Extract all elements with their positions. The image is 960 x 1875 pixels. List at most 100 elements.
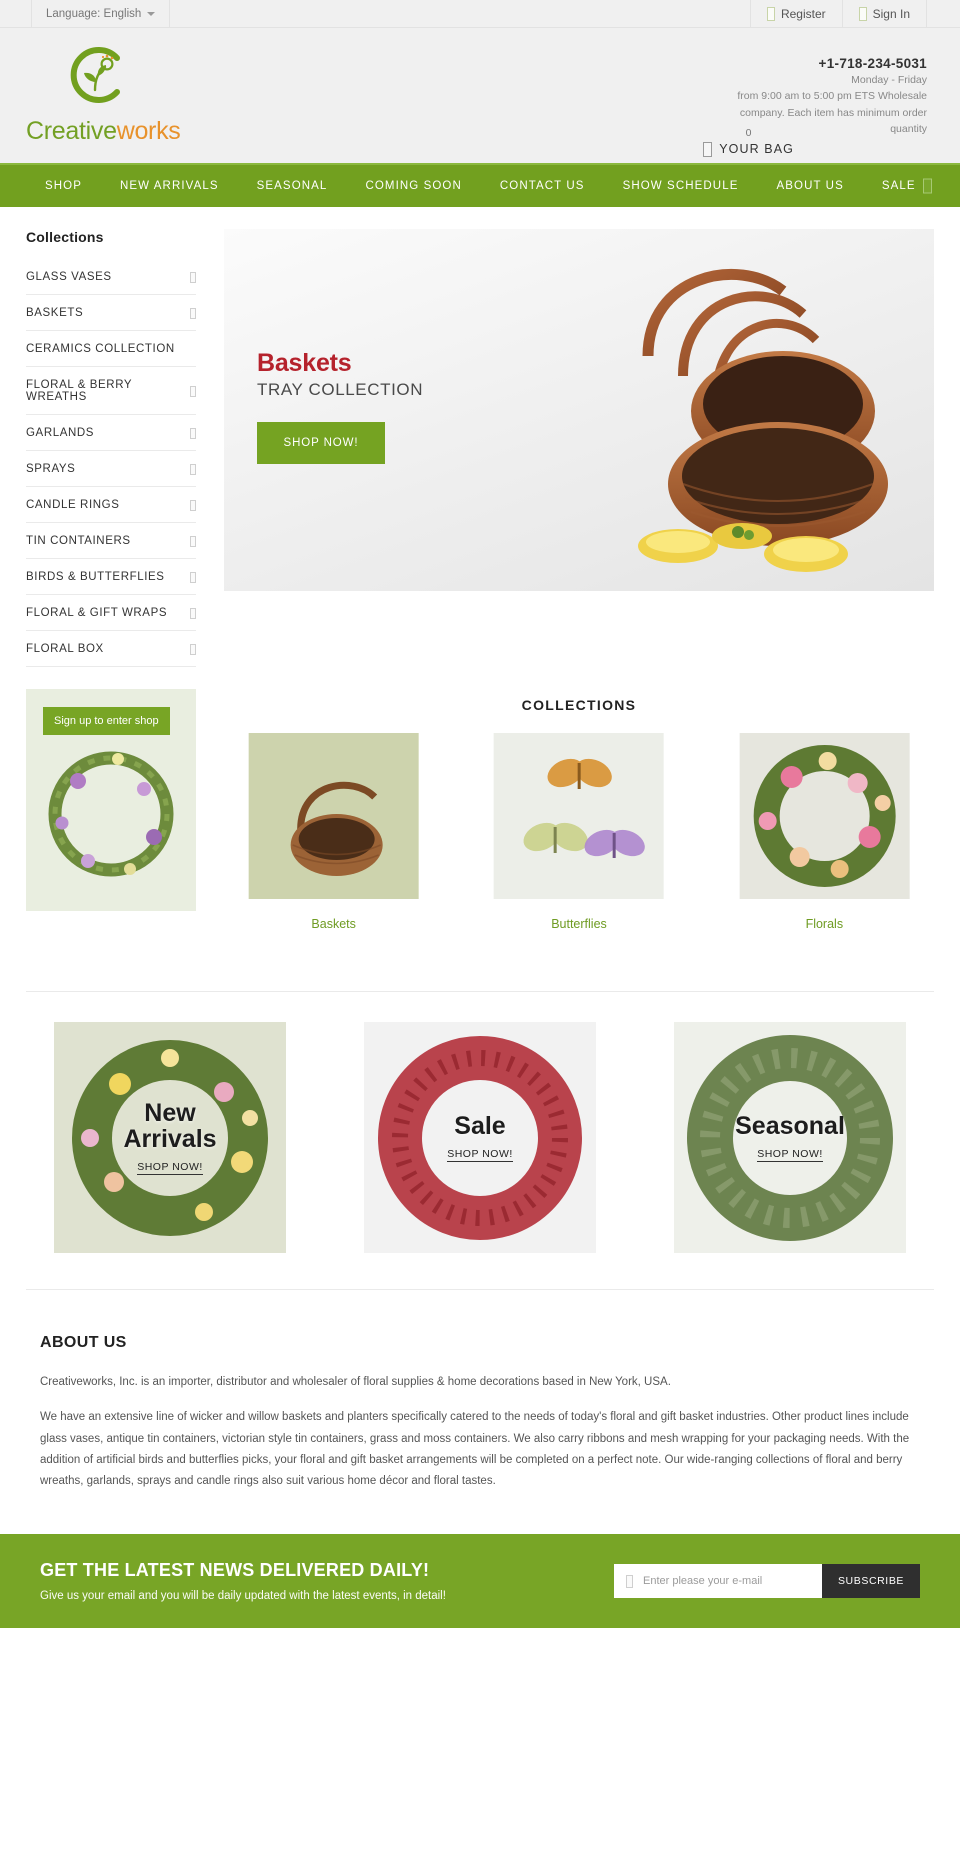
logo-text-secondary: works [116, 117, 181, 145]
hero-baskets-image [638, 268, 888, 572]
phone-number[interactable]: +1-718-234-5031 [597, 56, 927, 71]
lock-icon [858, 6, 867, 21]
sidebar-item-floral-berry-wreaths[interactable]: FLORAL & BERRY WREATHS [26, 367, 196, 415]
newsletter-bar: GET THE LATEST NEWS DELIVERED DAILY! Giv… [0, 1534, 960, 1629]
nav-item-shop[interactable]: SHOP [26, 180, 101, 192]
page-content: Collections GLASS VASES BASKETS CERAMICS… [0, 207, 960, 1492]
sidebar-item-label: GARLANDS [26, 427, 95, 439]
chevron-down-icon [147, 11, 156, 16]
newsletter-text: GET THE LATEST NEWS DELIVERED DAILY! Giv… [40, 1560, 446, 1602]
logo-text-primary: Creative [26, 117, 117, 145]
sidebar-item-label: BIRDS & BUTTERFLIES [26, 571, 165, 583]
sidebar-item-floral-gift-wraps[interactable]: FLORAL & GIFT WRAPS [26, 595, 196, 631]
collection-caption: Baskets [311, 917, 356, 931]
shopping-bag-icon [703, 141, 713, 157]
hero-text: Baskets TRAY COLLECTION SHOP NOW! [257, 349, 423, 464]
sidebar-item-baskets[interactable]: BASKETS [26, 295, 196, 331]
collection-image [469, 733, 688, 899]
banner-content: Seasonal SHOP NOW! [646, 1022, 934, 1253]
collection-image [715, 733, 934, 899]
collections-section: COLLECTIONS Baskets Butterflies Florals [224, 689, 934, 931]
sidebar-item-label: GLASS VASES [26, 271, 112, 283]
chevron-right-icon [190, 271, 196, 283]
cart-widget[interactable]: 0 YOUR BAG [703, 128, 794, 157]
language-label: Language: English [46, 7, 142, 20]
sidebar-item-birds-butterflies[interactable]: BIRDS & BUTTERFLIES [26, 559, 196, 595]
hero-shop-now-button[interactable]: SHOP NOW! [257, 422, 385, 464]
sidebar-item-sprays[interactable]: SPRAYS [26, 451, 196, 487]
florals-image [739, 733, 910, 899]
banner-content: New Arrivals SHOP NOW! [26, 1022, 314, 1253]
sidebar-item-label: BASKETS [26, 307, 84, 319]
collection-caption: Butterflies [551, 917, 607, 931]
about-paragraph-2: We have an extensive line of wicker and … [40, 1411, 910, 1488]
contact-info: +1-718-234-5031 Monday - Friday from 9:0… [597, 56, 927, 137]
hours-line-3: company. Each item has minimum order [739, 106, 927, 119]
sidebar-item-tin-containers[interactable]: TIN CONTAINERS [26, 523, 196, 559]
collection-card-florals[interactable]: Florals [715, 733, 934, 931]
main-navigation: SHOP NEW ARRIVALS SEASONAL COMING SOON C… [0, 163, 960, 207]
banner-title: Sale [454, 1111, 506, 1140]
chevron-right-icon [190, 571, 196, 583]
nav-item-about-us[interactable]: ABOUT US [757, 180, 862, 192]
hours-line-2: from 9:00 am to 5:00 pm ETS Wholesale [737, 90, 927, 103]
banner-shop-now-link[interactable]: SHOP NOW! [447, 1148, 513, 1163]
logo[interactable]: Creativeworks [26, 42, 226, 146]
banner-title: Seasonal [735, 1111, 845, 1140]
signup-promo[interactable]: Sign up to enter shop [26, 689, 196, 911]
register-link[interactable]: Register [749, 0, 842, 27]
collections-sidebar: Collections GLASS VASES BASKETS CERAMICS… [26, 229, 196, 667]
collections-heading: COLLECTIONS [521, 697, 637, 713]
chevron-right-icon [190, 307, 196, 319]
nav-item-show-schedule[interactable]: SHOW SCHEDULE [604, 180, 758, 192]
language-selector[interactable]: Language: English [31, 0, 171, 27]
sidebar-item-label: CERAMICS COLLECTION [26, 343, 175, 355]
search-icon[interactable] [923, 178, 932, 194]
signup-promo-badge[interactable]: Sign up to enter shop [43, 707, 170, 735]
newsletter-heading: GET THE LATEST NEWS DELIVERED DAILY! [40, 1560, 430, 1581]
chevron-right-icon [190, 499, 196, 511]
cart-label: YOUR BAG [719, 142, 794, 156]
sidebar-item-label: CANDLE RINGS [26, 499, 120, 511]
sidebar-item-garlands[interactable]: GARLANDS [26, 415, 196, 451]
nav-item-coming-soon[interactable]: COMING SOON [346, 180, 480, 192]
sidebar-item-label: FLORAL & GIFT WRAPS [26, 607, 168, 619]
top-bar-right: Register Sign In [749, 0, 960, 27]
collection-card-butterflies[interactable]: Butterflies [469, 733, 688, 931]
cart-count: 0 [745, 127, 752, 139]
banner-shop-now-link[interactable]: SHOP NOW! [757, 1148, 823, 1163]
chevron-right-icon [190, 643, 196, 655]
nav-item-new-arrivals[interactable]: NEW ARRIVALS [101, 180, 238, 192]
banner-new-arrivals[interactable]: New Arrivals SHOP NOW! [26, 1022, 314, 1253]
main-row: Collections GLASS VASES BASKETS CERAMICS… [26, 207, 934, 667]
banner-shop-now-link[interactable]: SHOP NOW! [137, 1161, 203, 1176]
banner-seasonal[interactable]: Seasonal SHOP NOW! [646, 1022, 934, 1253]
sidebar-item-ceramics-collection[interactable]: CERAMICS COLLECTION [26, 331, 196, 367]
collection-card-baskets[interactable]: Baskets [224, 733, 443, 931]
hero-title: Baskets [257, 349, 352, 377]
banner-sale[interactable]: Sale SHOP NOW! [336, 1022, 624, 1253]
hero-banner[interactable]: Baskets TRAY COLLECTION SHOP NOW! [224, 229, 934, 591]
collection-image [224, 733, 443, 899]
sidebar-item-candle-rings[interactable]: CANDLE RINGS [26, 487, 196, 523]
sidebar-item-label: FLORAL & BERRY WREATHS [26, 379, 132, 403]
subscribe-button[interactable]: SUBSCRIBE [822, 1564, 920, 1599]
newsletter-email-input[interactable]: Enter please your e-mail [614, 1564, 822, 1599]
newsletter-subtext: Give us your email and you will be daily… [40, 1590, 446, 1603]
sidebar-item-glass-vases[interactable]: GLASS VASES [26, 259, 196, 295]
site-header: Creativeworks +1-718-234-5031 Monday - F… [0, 28, 960, 163]
signin-label: Sign In [872, 6, 910, 21]
banner-title: New Arrivals [123, 1098, 217, 1153]
about-section: ABOUT US Creativeworks, Inc. is an impor… [26, 1290, 934, 1492]
envelope-icon [626, 1574, 633, 1588]
cart-row: YOUR BAG [703, 141, 794, 157]
about-heading: ABOUT US [40, 1334, 127, 1351]
top-bar: Language: English Register Sign In [0, 0, 960, 28]
sidebar-item-label: FLORAL BOX [26, 643, 104, 655]
sidebar-item-floral-box[interactable]: FLORAL BOX [26, 631, 196, 667]
nav-item-contact-us[interactable]: CONTACT US [481, 180, 604, 192]
signin-link[interactable]: Sign In [841, 0, 927, 27]
nav-item-seasonal[interactable]: SEASONAL [238, 180, 347, 192]
chevron-right-icon [190, 607, 196, 619]
banner-content: Sale SHOP NOW! [336, 1022, 624, 1253]
